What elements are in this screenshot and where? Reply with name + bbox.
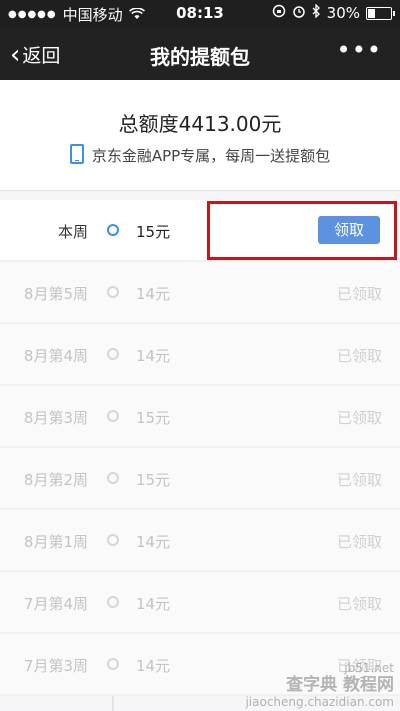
week-label: 7月第3周 xyxy=(23,657,88,675)
week-label: 7月第4周 xyxy=(23,595,88,613)
week-row: 8月第1周 14元 已领取 xyxy=(0,510,400,572)
watermark-line2: 查字典 教程网 xyxy=(286,675,394,695)
claimed-status: 已领取 xyxy=(336,347,382,365)
week-row: 7月第4周 14元 已领取 xyxy=(0,572,400,634)
claimed-status: 已领取 xyxy=(336,595,382,613)
more-button[interactable]: ••• xyxy=(337,36,382,64)
highlight-box xyxy=(207,201,397,260)
week-label: 本周 xyxy=(57,223,88,241)
timeline-dot xyxy=(107,286,119,298)
timeline-dot xyxy=(107,410,119,422)
timeline-dot-active xyxy=(107,224,119,236)
week-row: 8月第2周 15元 已领取 xyxy=(0,448,400,510)
watermark-line1: jb51.net xyxy=(344,661,394,675)
watermark-line3: jiaocheng.chazidian.com xyxy=(245,695,394,709)
claimed-status: 已领取 xyxy=(336,533,382,551)
watermark: jb51.net 查字典 教程网 jiaocheng.chazidian.com xyxy=(245,661,394,709)
week-label: 8月第5周 xyxy=(23,285,88,303)
status-right: 30% xyxy=(272,3,395,22)
week-amount: 15元 xyxy=(136,223,171,241)
nav-bar: ‹ 返回 我的提额包 ••• xyxy=(0,28,400,80)
week-label: 8月第3周 xyxy=(23,409,88,427)
timeline-dot xyxy=(107,348,119,360)
bluetooth-icon xyxy=(312,3,321,22)
alarm-icon xyxy=(292,4,306,22)
week-amount: 14元 xyxy=(136,533,171,551)
week-label: 8月第4周 xyxy=(23,347,88,365)
summary-panel: 总额度4413.00元 京东金融APP专属，每周一送提额包 xyxy=(0,80,400,191)
battery-percent: 30% xyxy=(326,4,360,22)
timeline-dot xyxy=(107,472,119,484)
week-row: 8月第3周 15元 已领取 xyxy=(0,386,400,448)
phone-icon xyxy=(69,144,84,164)
claimed-status: 已领取 xyxy=(336,409,382,427)
week-label: 8月第1周 xyxy=(23,533,88,551)
week-amount: 14元 xyxy=(136,347,171,365)
total-limit: 总额度4413.00元 xyxy=(118,112,282,136)
timeline-dot xyxy=(107,534,119,546)
summary-subtitle: 京东金融APP专属，每周一送提额包 xyxy=(91,147,331,165)
week-amount: 15元 xyxy=(136,471,171,489)
timeline-dot xyxy=(107,596,119,608)
week-row: 8月第4周 14元 已领取 xyxy=(0,324,400,386)
status-bar: ●●●●● 中国移动 08:13 30% xyxy=(0,0,400,28)
claimed-status: 已领取 xyxy=(336,471,382,489)
week-amount: 14元 xyxy=(136,595,171,613)
week-list: 本周 15元 领取 8月第5周 14元 已领取 8月第4周 14元 已领取 8月… xyxy=(0,200,400,696)
battery-icon xyxy=(366,6,395,20)
week-row: 8月第5周 14元 已领取 xyxy=(0,262,400,324)
summary-subtitle-line: 京东金融APP专属，每周一送提额包 xyxy=(0,144,400,166)
timeline-dot xyxy=(107,658,119,670)
claimed-status: 已领取 xyxy=(336,285,382,303)
rotation-lock-icon xyxy=(272,4,286,22)
battery-fill xyxy=(368,8,376,18)
week-amount: 14元 xyxy=(136,285,171,303)
week-amount: 15元 xyxy=(136,409,171,427)
week-amount: 14元 xyxy=(136,657,171,675)
week-label: 8月第2周 xyxy=(23,471,88,489)
